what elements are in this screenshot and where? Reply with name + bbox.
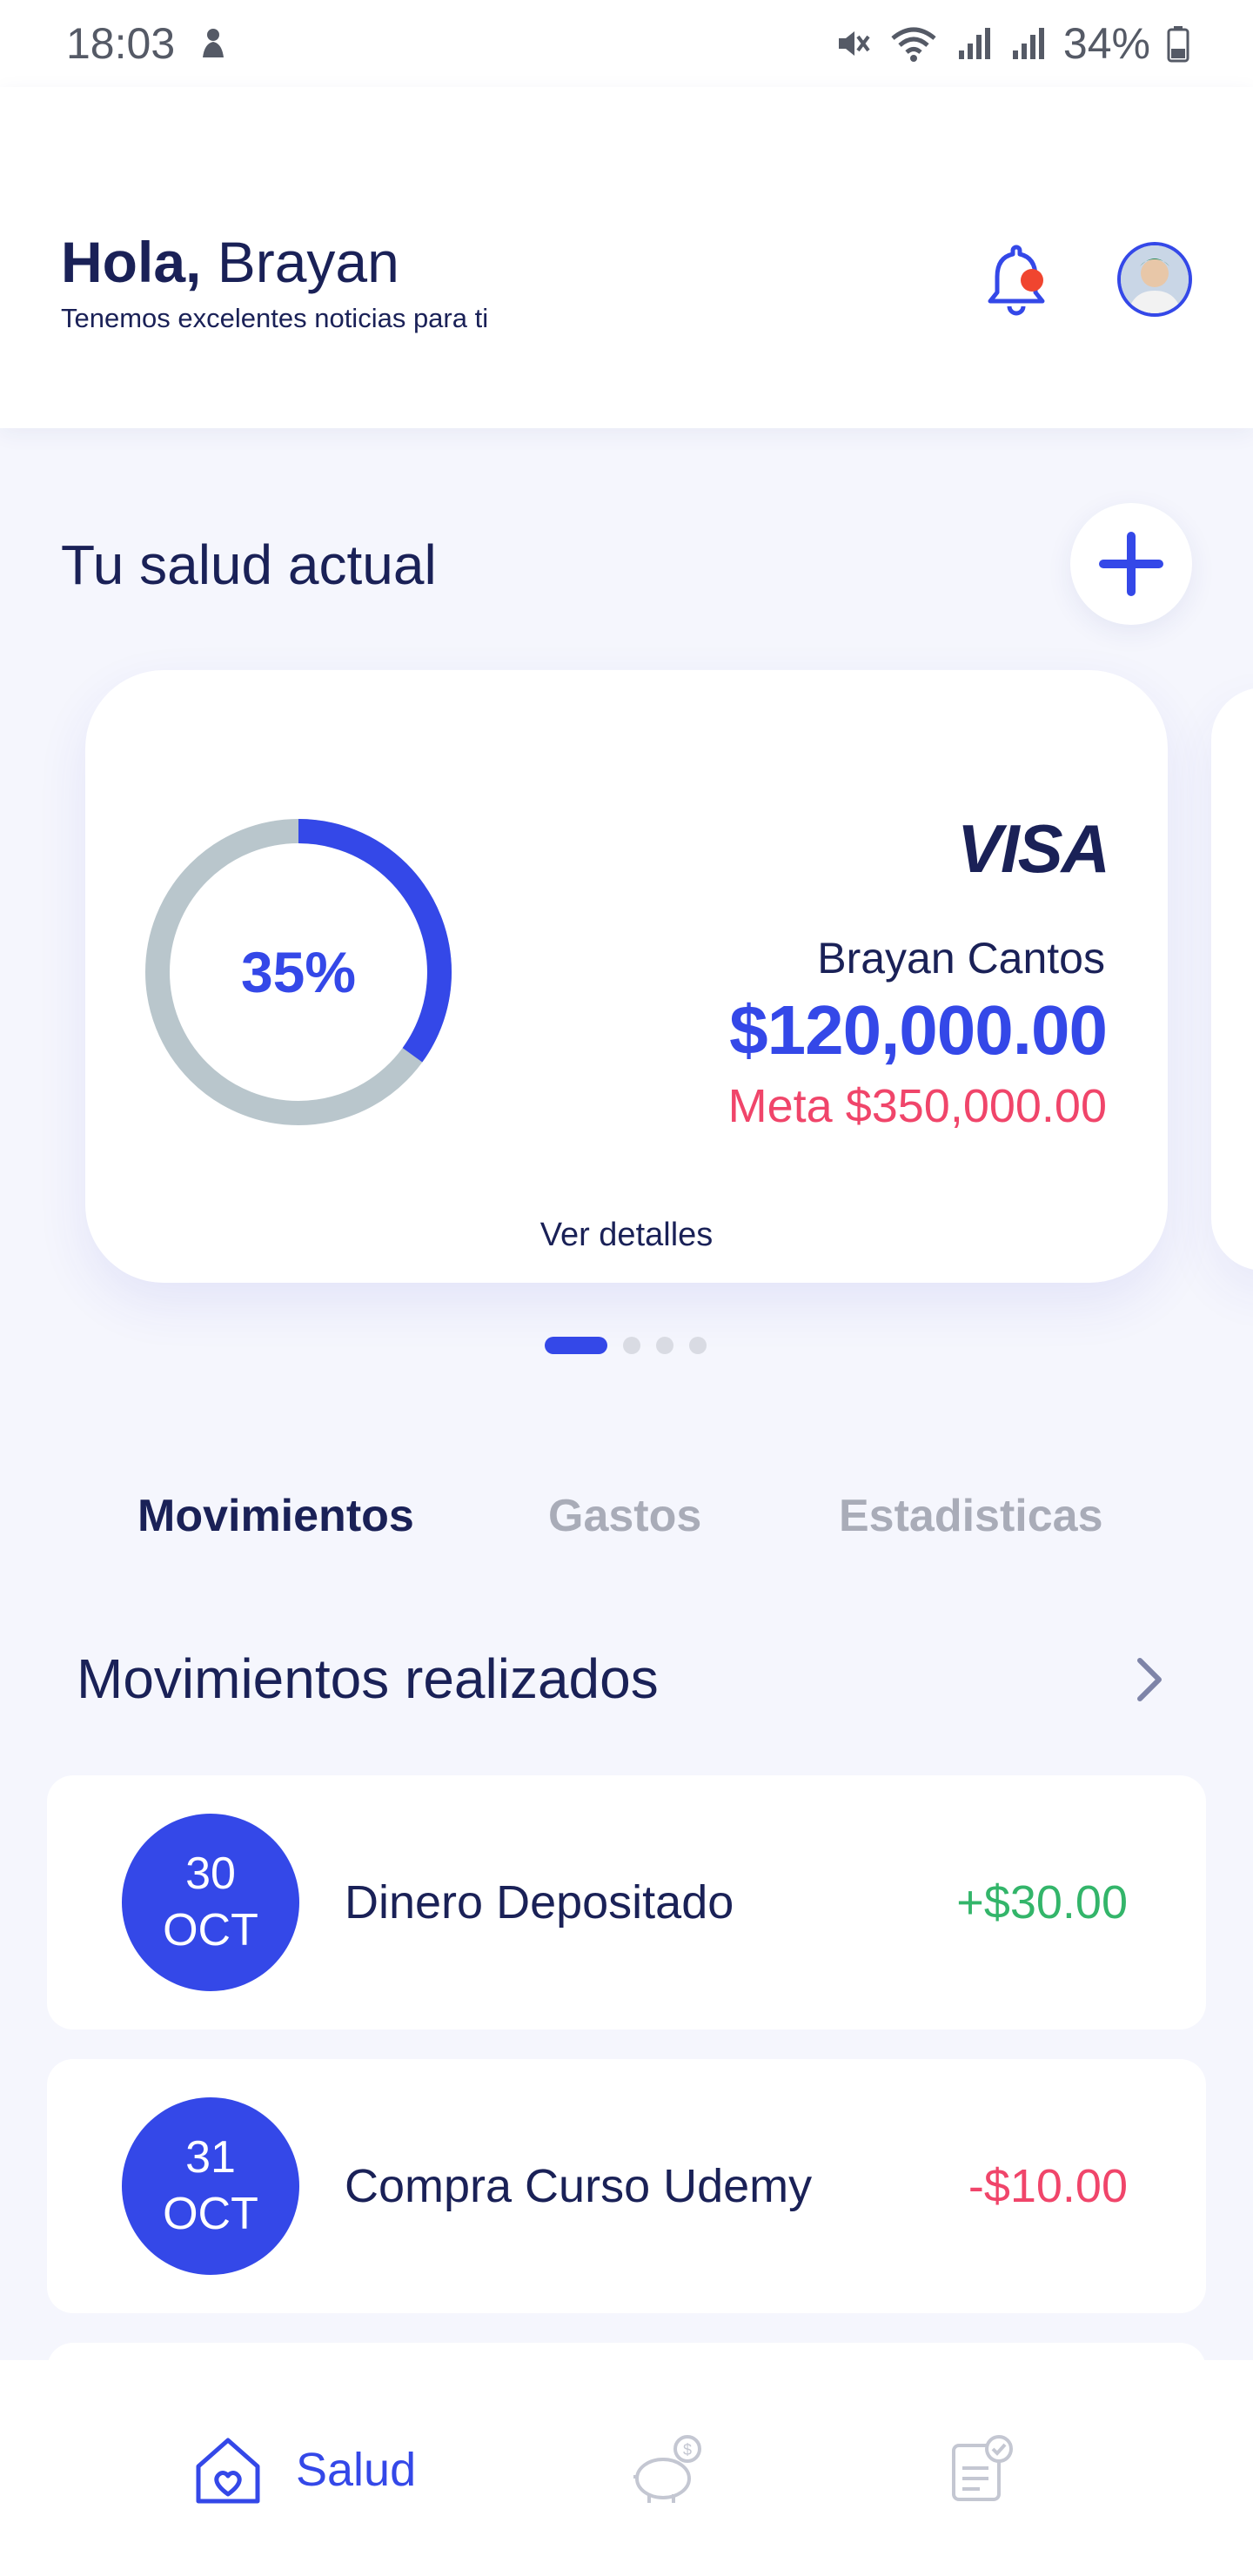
movement-amount: -$10.00: [968, 2160, 1128, 2212]
card-holder-name: Brayan Cantos: [817, 934, 1105, 983]
movement-label: Compra Curso Udemy: [345, 2160, 813, 2212]
wifi-icon: [891, 27, 936, 62]
view-details-link[interactable]: Ver detalles: [85, 1217, 1168, 1254]
avatar[interactable]: [1117, 242, 1192, 317]
pager-dot-active[interactable]: [545, 1337, 607, 1354]
carousel-pager: [545, 1337, 707, 1354]
bell-icon: [988, 245, 1045, 316]
status-time: 18:03: [66, 19, 176, 68]
card-goal: Meta $350,000.00: [727, 1080, 1107, 1132]
greeting: Hola, Brayan: [61, 233, 399, 291]
greeting-hello: Hola,: [61, 230, 202, 294]
piggy-bank-icon: $: [633, 2435, 701, 2503]
status-left: 18:03: [66, 18, 232, 69]
movements-title: Movimientos realizados: [77, 1647, 659, 1710]
date-badge: 31 OCT: [122, 2097, 299, 2275]
greeting-name: Brayan: [217, 230, 399, 294]
bottom-nav: Salud $: [0, 2360, 1253, 2576]
tab-movimientos[interactable]: Movimientos: [137, 1490, 414, 1542]
notifications-button[interactable]: [982, 242, 1051, 320]
progress-percent: 35%: [240, 940, 357, 1004]
date-badge: 30 OCT: [122, 1814, 299, 1991]
mute-icon: [838, 31, 870, 56]
signal-icon: [1012, 28, 1044, 59]
status-bar: 18:03 34%: [0, 0, 1253, 87]
date-month: OCT: [163, 2189, 258, 2239]
greeting-subtitle: Tenemos excelentes noticias para ti: [61, 303, 489, 333]
nav-label-salud: Salud: [296, 2444, 417, 2496]
movement-label: Dinero Depositado: [345, 1876, 734, 1929]
add-button[interactable]: [1070, 503, 1192, 625]
notification-icon: [203, 29, 224, 57]
card-balance: $120,000.00: [729, 991, 1108, 1069]
status-right: 34%: [834, 18, 1190, 69]
health-card[interactable]: 35% VISA Brayan Cantos $120,000.00 Meta …: [85, 670, 1168, 1283]
list-item[interactable]: 30 OCT Dinero Depositado +$30.00: [47, 1775, 1206, 2029]
nav-item-savings[interactable]: $: [630, 2433, 708, 2511]
battery-level: 34%: [1062, 19, 1150, 68]
pager-dot[interactable]: [656, 1337, 673, 1354]
list-item[interactable]: 31 OCT Compra Curso Udemy -$10.00: [47, 2059, 1206, 2313]
next-card-peek[interactable]: [1211, 688, 1253, 1271]
movement-amount: +$30.00: [956, 1876, 1128, 1929]
plus-icon: [1099, 532, 1163, 596]
nav-item-salud[interactable]: Salud: [191, 2433, 416, 2506]
date-month: OCT: [163, 1905, 258, 1955]
home-heart-icon: [196, 2438, 260, 2504]
pager-dot[interactable]: [623, 1337, 640, 1354]
movements-more-button[interactable]: [1128, 1654, 1171, 1706]
signal-icon: [958, 28, 990, 59]
date-day: 31: [185, 2132, 236, 2183]
header: Hola, Brayan Tenemos excelentes noticias…: [0, 87, 1253, 428]
section-title-health: Tu salud actual: [61, 533, 437, 596]
visa-logo: VISA: [956, 810, 1110, 887]
notification-dot: [1021, 269, 1043, 292]
tab-estadisticas[interactable]: Estadisticas: [839, 1490, 1103, 1542]
tab-gastos[interactable]: Gastos: [548, 1490, 701, 1542]
avatar-image: [1121, 245, 1189, 313]
checklist-icon: [952, 2435, 1013, 2501]
chevron-right-icon: [1137, 1658, 1162, 1701]
pager-dot[interactable]: [689, 1337, 707, 1354]
battery-icon: [1166, 24, 1190, 63]
date-day: 30: [185, 1848, 236, 1899]
nav-item-tasks[interactable]: [945, 2433, 1018, 2511]
svg-text:$: $: [683, 2441, 692, 2459]
